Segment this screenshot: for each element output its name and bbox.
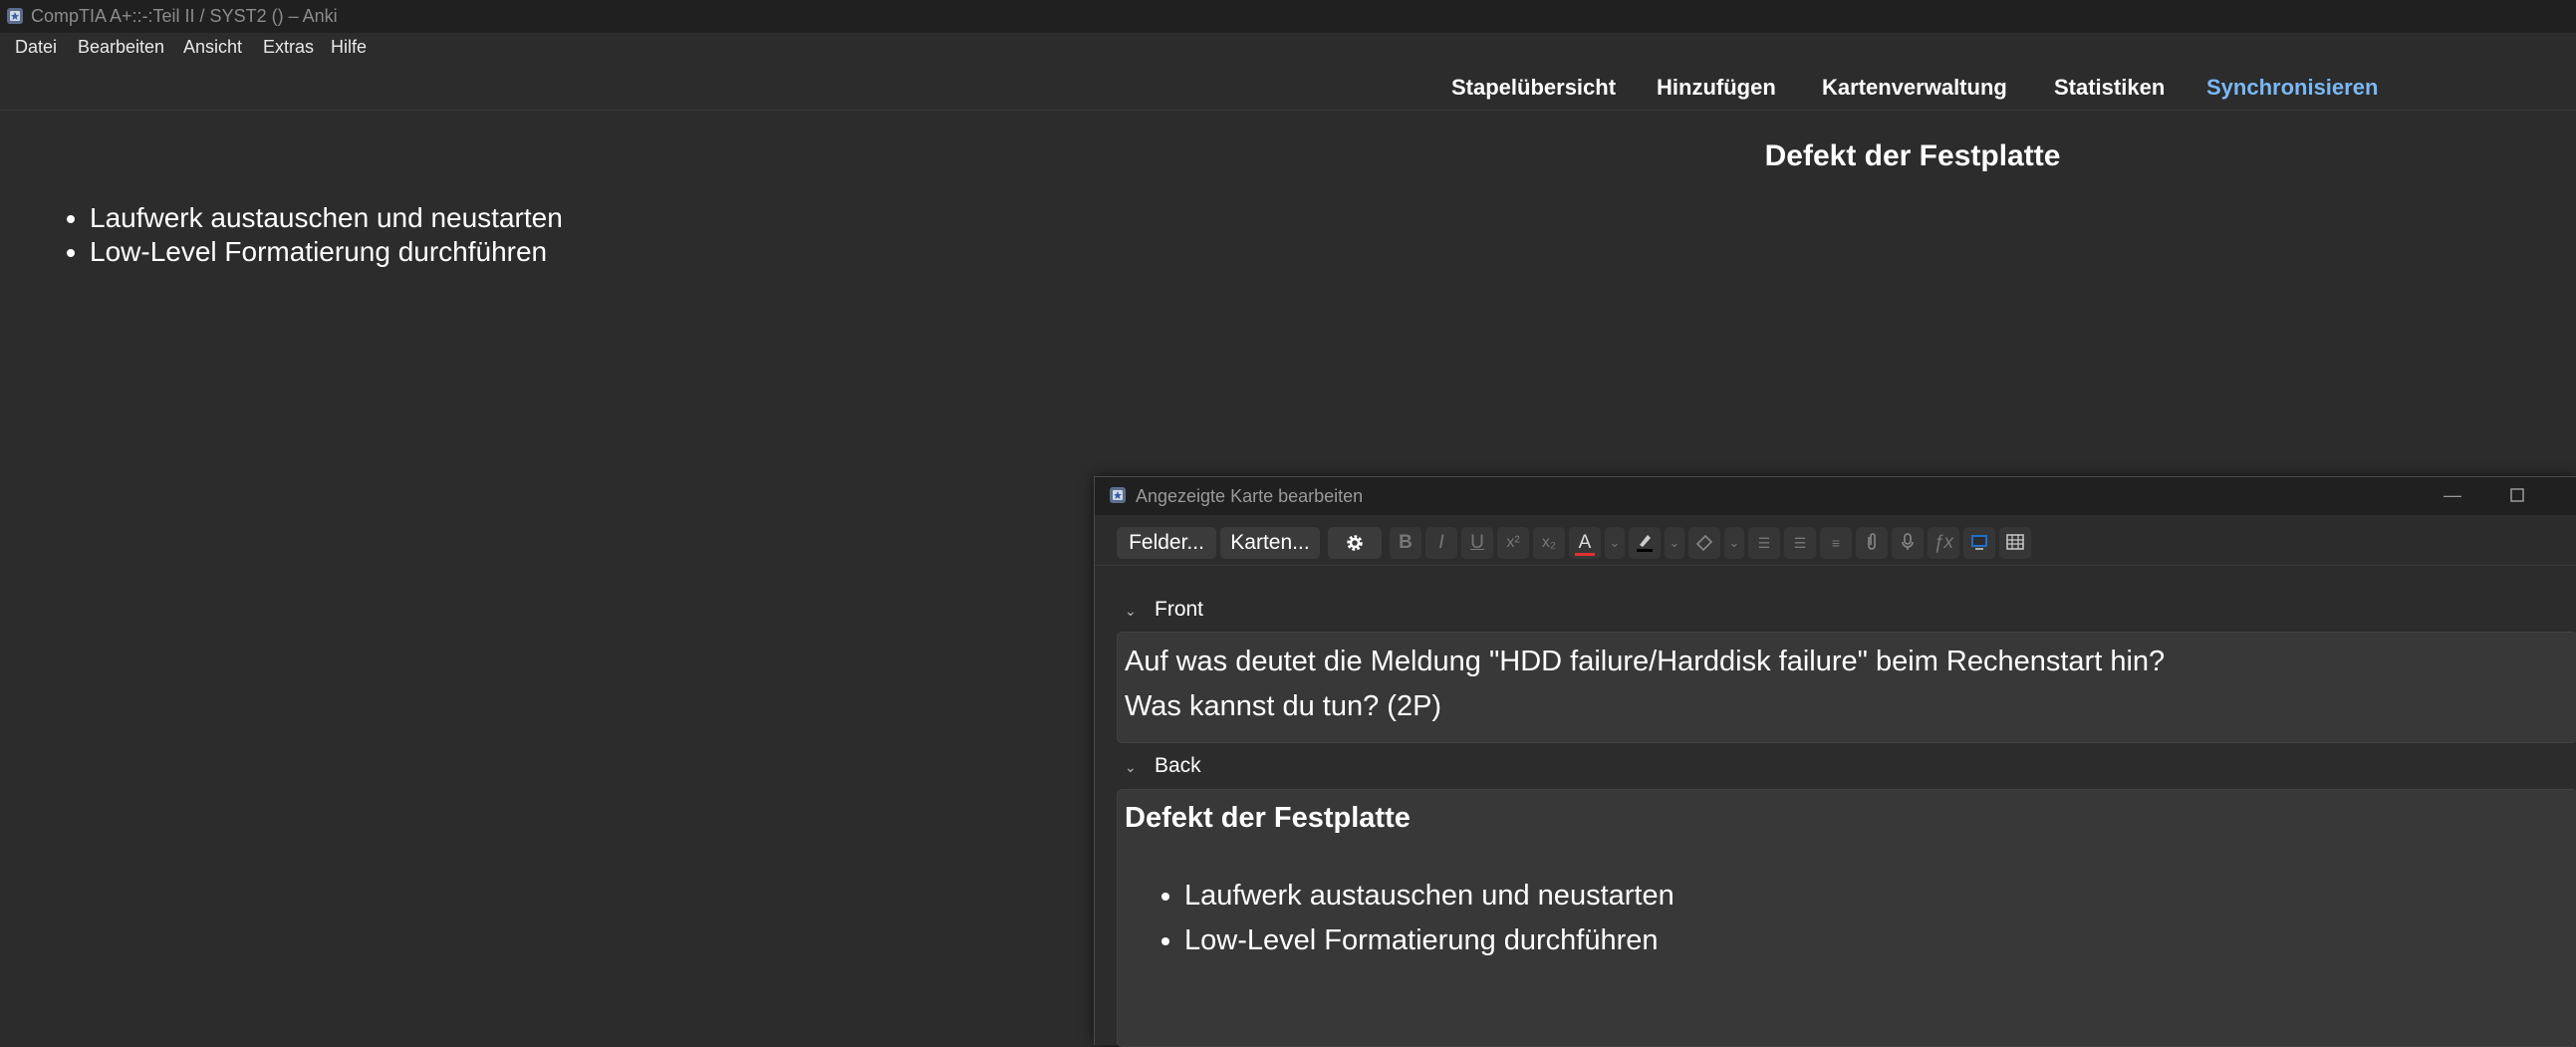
chevron-down-icon[interactable]: ⌄ xyxy=(1605,527,1625,559)
superscript-icon[interactable]: x² xyxy=(1497,527,1529,559)
fields-button[interactable]: Felder... xyxy=(1117,527,1216,559)
front-line: Auf was deutet die Meldung "HDD failure/… xyxy=(1125,646,2166,677)
minimize-icon[interactable]: — xyxy=(2444,485,2461,506)
top-navigation: Stapelübersicht Hinzufügen Kartenverwalt… xyxy=(0,63,2576,111)
nav-decks[interactable]: Stapelübersicht xyxy=(1451,75,1616,101)
editor-toolbar: Felder... Karten... B I U x² x₂ A ⌄ ⌄ ⌄ … xyxy=(1095,515,2576,565)
table-icon[interactable] xyxy=(1999,527,2031,559)
front-field-text: Auf was deutet die Meldung "HDD failure/… xyxy=(1125,640,2165,729)
back-field-list: Laufwerk austauschen und neustarten Low-… xyxy=(1155,874,1674,963)
text-color-icon[interactable]: A xyxy=(1569,527,1601,559)
edit-card-window: Angezeigte Karte bearbeiten — Felder... … xyxy=(1094,476,2576,1047)
menu-datei[interactable]: Datei xyxy=(15,37,57,58)
list-item: Laufwerk austauschen und neustarten xyxy=(1184,874,1674,918)
nav-sync[interactable]: Synchronisieren xyxy=(2206,75,2378,101)
collapse-back-icon[interactable]: ⌄ xyxy=(1125,759,1137,776)
nav-browse[interactable]: Kartenverwaltung xyxy=(1822,75,2007,101)
eraser-icon[interactable] xyxy=(1688,527,1720,559)
italic-icon[interactable]: I xyxy=(1425,527,1457,559)
numbered-list-icon[interactable]: ☰ xyxy=(1784,527,1816,559)
chevron-down-icon[interactable]: ⌄ xyxy=(1665,527,1684,559)
subscript-icon[interactable]: x₂ xyxy=(1533,527,1565,559)
bullet-list-icon[interactable]: ☰ xyxy=(1748,527,1780,559)
chevron-down-icon[interactable]: ⌄ xyxy=(1724,527,1744,559)
menu-bearbeiten[interactable]: Bearbeiten xyxy=(78,37,164,58)
window-title: CompTIA A+::-:Teil II / SYST2 () – Anki xyxy=(31,6,338,26)
underline-icon[interactable]: U xyxy=(1461,527,1493,559)
math-icon[interactable]: ƒx xyxy=(1928,527,1959,559)
cards-button[interactable]: Karten... xyxy=(1220,527,1320,559)
toolbar-divider xyxy=(1095,565,2576,566)
front-field-label: Front xyxy=(1155,598,1204,621)
menu-ansicht[interactable]: Ansicht xyxy=(183,37,242,58)
list-item: Laufwerk austauschen und neustarten xyxy=(90,201,563,235)
microphone-icon[interactable] xyxy=(1892,527,1924,559)
menu-extras[interactable]: Extras xyxy=(263,37,314,58)
highlight-icon[interactable] xyxy=(1629,527,1661,559)
align-icon[interactable]: ≡ xyxy=(1820,527,1852,559)
card-answer-title: Defekt der Festplatte xyxy=(1764,139,2061,172)
nav-stats[interactable]: Statistiken xyxy=(2054,75,2165,101)
paperclip-icon[interactable] xyxy=(1856,527,1888,559)
menu-bar: Datei Bearbeiten Ansicht Extras Hilfe xyxy=(0,33,2576,63)
list-item: Low-Level Formatierung durchführen xyxy=(90,235,563,269)
options-button[interactable] xyxy=(1328,527,1382,559)
front-line: Was kannst du tun? (2P) xyxy=(1125,690,1442,722)
html-editor-icon[interactable] xyxy=(1963,527,1995,559)
anki-logo-icon xyxy=(1110,487,1126,503)
menu-hilfe[interactable]: Hilfe xyxy=(331,37,367,58)
bold-icon[interactable]: B xyxy=(1390,527,1421,559)
list-item: Low-Level Formatierung durchführen xyxy=(1184,918,1674,963)
title-bar: CompTIA A+::-:Teil II / SYST2 () – Anki xyxy=(0,0,2576,33)
anki-logo-icon xyxy=(7,8,23,24)
editor-title-bar: Angezeigte Karte bearbeiten — xyxy=(1095,477,2576,515)
gear-icon xyxy=(1347,535,1363,551)
back-field-label: Back xyxy=(1155,754,1201,777)
card-answer-list: Laufwerk austauschen und neustarten Low-… xyxy=(60,201,563,269)
back-field-heading: Defekt der Festplatte xyxy=(1125,802,1411,834)
nav-add[interactable]: Hinzufügen xyxy=(1657,75,1776,101)
maximize-icon[interactable] xyxy=(2509,485,2525,506)
editor-title: Angezeigte Karte bearbeiten xyxy=(1136,486,1364,506)
collapse-front-icon[interactable]: ⌄ xyxy=(1125,603,1137,620)
